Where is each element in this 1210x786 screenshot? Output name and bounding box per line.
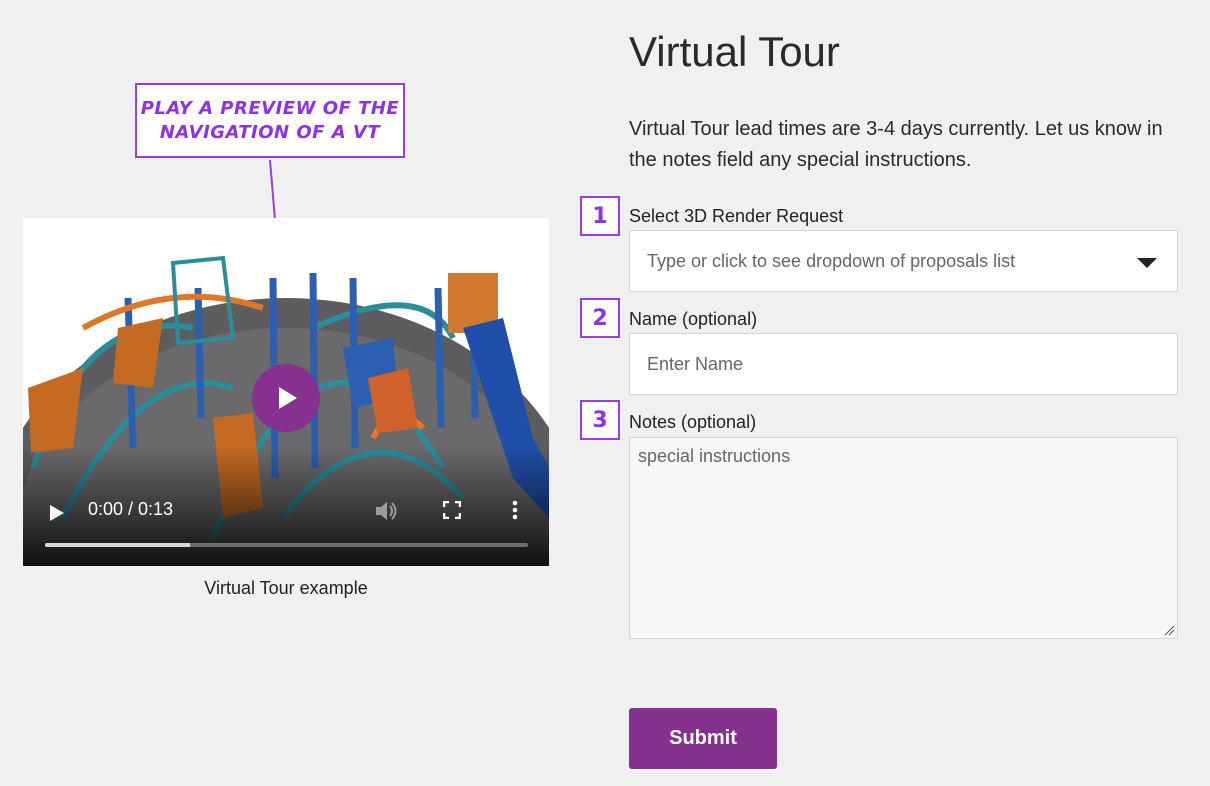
submit-button[interactable]: Submit [629, 708, 777, 769]
name-input[interactable]: Enter Name [629, 333, 1178, 395]
video-controls: 0:00 / 0:13 [23, 476, 549, 566]
step-marker-2: 2 [580, 298, 620, 338]
step-marker-1: 1 [580, 196, 620, 236]
chevron-down-icon[interactable] [1137, 258, 1157, 268]
play-control-icon[interactable] [49, 504, 65, 522]
play-icon [279, 387, 297, 409]
step-marker-3: 3 [580, 400, 620, 440]
video-progress-bar[interactable] [45, 543, 528, 547]
more-options-icon[interactable] [511, 500, 519, 520]
notes-textarea[interactable]: special instructions [629, 437, 1178, 639]
video-player[interactable]: 0:00 / 0:13 [23, 218, 549, 566]
volume-icon[interactable] [375, 500, 399, 522]
render-request-select[interactable]: Type or click to see dropdown of proposa… [629, 230, 1178, 292]
notes-label: Notes (optional) [629, 412, 757, 432]
notes-placeholder: special instructions [638, 446, 791, 466]
render-request-placeholder: Type or click to see dropdown of proposa… [647, 251, 1016, 271]
annotation-text: Play a preview of the navigation of a VT [140, 97, 400, 143]
render-request-label: Select 3D Render Request [629, 206, 844, 226]
annotation-callout: Play a preview of the navigation of a VT [135, 83, 405, 158]
intro-text: Virtual Tour lead times are 3-4 days cur… [629, 118, 1163, 171]
name-placeholder: Enter Name [647, 354, 744, 374]
fullscreen-icon[interactable] [443, 501, 461, 519]
video-progress-fill [45, 543, 190, 547]
page-title: Virtual Tour [629, 28, 840, 75]
resize-handle-icon[interactable] [1163, 624, 1175, 636]
play-overlay-button[interactable] [252, 364, 320, 432]
name-label: Name (optional) [629, 309, 758, 329]
video-caption: Virtual Tour example [204, 578, 368, 598]
video-time: 0:00 / 0:13 [88, 499, 174, 519]
